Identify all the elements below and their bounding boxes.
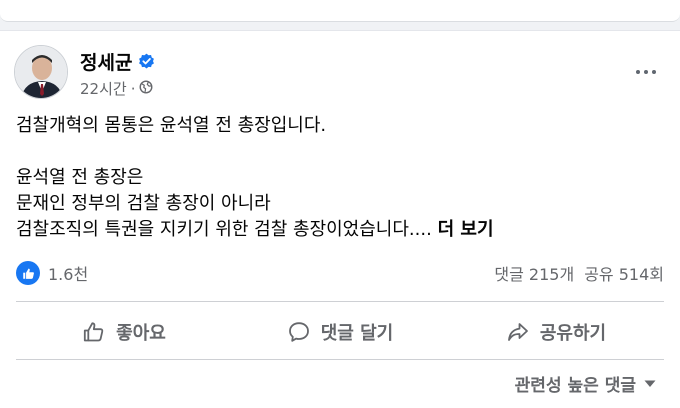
avatar[interactable] (14, 45, 68, 99)
author-name-row: 정세균 (80, 48, 155, 75)
like-reaction-icon (16, 261, 40, 285)
comments-count[interactable]: 댓글 215개 (494, 261, 574, 285)
share-icon (507, 323, 528, 341)
author-name[interactable]: 정세균 (80, 48, 132, 75)
action-bar: 좋아요 댓글 달기 공유하기 (16, 307, 664, 357)
engagement-counts: 댓글 215개 공유 514회 (494, 261, 664, 285)
post-line: 검찰개혁의 몸통은 윤석열 전 총장입니다. (16, 115, 327, 136)
post-card: 정세균 22시간 · 검찰개혁의 몸통은 윤석열 전 총장입니다. 윤석열 전 … (0, 30, 680, 408)
divider (16, 359, 664, 360)
post-header: 정세균 22시간 · (14, 45, 666, 105)
shares-count[interactable]: 공유 514회 (584, 261, 664, 285)
post-line: 검찰조직의 특권을 지키기 위한 검찰 총장이었습니다.... (16, 219, 432, 240)
caret-down-icon (644, 380, 656, 387)
post-stats: 1.6천 댓글 215개 공유 514회 (16, 257, 664, 289)
post-line: 윤석열 전 총장은 (16, 167, 144, 188)
comment-icon (288, 322, 309, 342)
comments-sort-label: 관련성 높은 댓글 (514, 376, 636, 396)
post-meta: 22시간 · (80, 78, 153, 99)
share-label: 공유하기 (539, 323, 607, 344)
comments-sort-dropdown[interactable]: 관련성 높은 댓글 (515, 371, 656, 396)
like-label: 좋아요 (116, 323, 166, 344)
globe-icon[interactable] (139, 80, 153, 98)
thumbs-up-icon (84, 322, 104, 342)
like-button[interactable]: 좋아요 (16, 307, 232, 357)
see-more-link[interactable]: 더 보기 (438, 219, 494, 240)
comment-button[interactable]: 댓글 달기 (232, 307, 448, 357)
likes-count: 1.6천 (48, 265, 89, 284)
share-button[interactable]: 공유하기 (448, 307, 664, 357)
reactions-summary[interactable]: 1.6천 (16, 261, 88, 285)
post-line: 문재인 정부의 검찰 총장이 아니라 (16, 193, 271, 214)
divider (16, 301, 664, 302)
verified-badge-icon (138, 53, 155, 70)
more-options-icon (636, 70, 656, 74)
meta-separator: · (130, 79, 136, 98)
previous-post-card (0, 0, 680, 22)
post-time[interactable]: 22시간 (80, 78, 127, 99)
more-options-button[interactable] (626, 57, 666, 87)
comment-label: 댓글 달기 (320, 323, 394, 344)
post-body: 검찰개혁의 몸통은 윤석열 전 총장입니다. 윤석열 전 총장은 문재인 정부의… (16, 113, 666, 243)
post-line-last: 검찰조직의 특권을 지키기 위한 검찰 총장이었습니다.... 더 보기 (16, 217, 666, 243)
